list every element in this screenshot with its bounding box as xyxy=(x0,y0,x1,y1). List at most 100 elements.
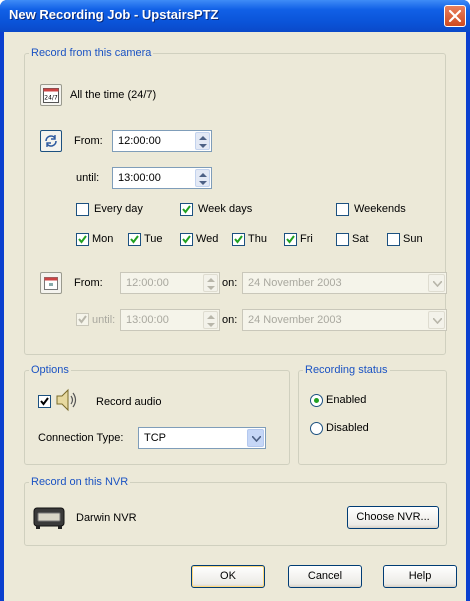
chevron-down-icon xyxy=(433,318,442,324)
status-enabled-label: Enabled xyxy=(326,394,367,406)
options-legend: Options xyxy=(31,364,69,376)
once-until-on-label: on: xyxy=(222,314,238,326)
connection-type-label: Connection Type: xyxy=(38,432,124,444)
spin-down-icon xyxy=(199,181,207,185)
close-button[interactable] xyxy=(444,5,466,27)
weekends-checkbox[interactable] xyxy=(336,203,349,216)
checkmark-icon xyxy=(234,235,243,244)
record-audio-checkbox[interactable] xyxy=(38,395,51,408)
day-fri-checkbox[interactable] xyxy=(284,233,297,246)
every-day-checkbox[interactable] xyxy=(76,203,89,216)
radio-selected-dot xyxy=(314,398,319,403)
once-until-checkbox[interactable] xyxy=(76,313,89,326)
day-sun-checkbox[interactable] xyxy=(387,233,400,246)
checkmark-icon xyxy=(182,205,191,214)
once-from-date[interactable]: 24 November 2003 xyxy=(242,272,447,294)
once-from-date-value: 24 November 2003 xyxy=(248,277,342,289)
once-from-spinner[interactable] xyxy=(203,274,218,292)
choose-nvr-button[interactable]: Choose NVR... xyxy=(347,506,439,529)
once-from-date-dropdown[interactable] xyxy=(428,274,445,292)
once-from-time[interactable]: 12:00:00 xyxy=(120,272,220,294)
day-thu-checkbox[interactable] xyxy=(232,233,245,246)
record-audio-label: Record audio xyxy=(96,396,162,408)
schedule-until-time-value: 13:00:00 xyxy=(118,172,161,184)
dialog-client-area: Record from this camera 24/7 All the tim… xyxy=(4,32,466,601)
status-disabled-radio[interactable] xyxy=(310,422,323,435)
checkmark-icon xyxy=(78,315,87,324)
nvr-name: Darwin NVR xyxy=(76,512,137,524)
spin-up-icon xyxy=(199,136,207,140)
once-from-on-label: on: xyxy=(222,277,238,289)
schedule-from-label: From: xyxy=(74,135,103,147)
window-title: New Recording Job - UpstairsPTZ xyxy=(9,7,219,22)
day-fri-label: Fri xyxy=(300,233,313,245)
schedule-from-spinner[interactable] xyxy=(195,132,210,150)
day-tue-checkbox[interactable] xyxy=(128,233,141,246)
recording-status-legend: Recording status xyxy=(305,364,388,376)
recording-status-group: Recording status xyxy=(298,364,447,465)
options-group: Options xyxy=(24,364,290,465)
spin-down-icon xyxy=(207,286,215,290)
schedule-from-time-value: 12:00:00 xyxy=(118,135,161,147)
help-button[interactable]: Help xyxy=(383,565,457,588)
once-until-date-value: 24 November 2003 xyxy=(248,314,342,326)
checkmark-icon xyxy=(40,397,49,406)
day-sun-label: Sun xyxy=(403,233,423,245)
calendar-date-icon xyxy=(44,277,58,290)
spin-down-icon xyxy=(199,144,207,148)
day-thu-label: Thu xyxy=(248,233,267,245)
day-mon-checkbox[interactable] xyxy=(76,233,89,246)
connection-type-select[interactable]: TCP xyxy=(138,427,266,449)
connection-type-value: TCP xyxy=(144,432,166,444)
speaker-icon xyxy=(56,388,77,412)
day-wed-label: Wed xyxy=(196,233,219,245)
schedule-mode-button[interactable] xyxy=(40,130,62,152)
connection-type-dropdown[interactable] xyxy=(247,429,264,447)
checkmark-icon xyxy=(182,235,191,244)
spin-up-icon xyxy=(207,278,215,282)
day-wed-checkbox[interactable] xyxy=(180,233,193,246)
checkmark-icon xyxy=(78,235,87,244)
always-record-label: All the time (24/7) xyxy=(70,89,157,101)
once-mode-button[interactable] xyxy=(40,272,62,294)
cancel-button[interactable]: Cancel xyxy=(288,565,362,588)
once-until-spinner[interactable] xyxy=(203,311,218,329)
checkmark-icon xyxy=(286,235,295,244)
spin-up-icon xyxy=(207,315,215,319)
title-bar[interactable]: New Recording Job - UpstairsPTZ xyxy=(0,0,470,32)
once-until-time[interactable]: 13:00:00 xyxy=(120,309,220,331)
schedule-until-label: until: xyxy=(76,172,100,184)
nvr-device-icon xyxy=(33,507,65,529)
week-days-checkbox[interactable] xyxy=(180,203,193,216)
once-from-time-value: 12:00:00 xyxy=(126,277,169,289)
spin-up-icon xyxy=(199,173,207,177)
day-sat-label: Sat xyxy=(352,233,369,245)
day-tue-label: Tue xyxy=(144,233,163,245)
chevron-down-icon xyxy=(433,281,442,287)
day-mon-label: Mon xyxy=(92,233,114,245)
always-record-button[interactable]: 24/7 xyxy=(40,84,62,106)
once-until-label: until: xyxy=(92,314,116,326)
nvr-legend: Record on this NVR xyxy=(31,476,129,488)
status-enabled-radio[interactable] xyxy=(310,394,323,407)
schedule-until-spinner[interactable] xyxy=(195,169,210,187)
week-days-label: Week days xyxy=(198,203,253,215)
calendar-247-icon: 24/7 xyxy=(43,88,59,103)
dialog-window: New Recording Job - UpstairsPTZ Record f… xyxy=(0,0,470,601)
chevron-down-icon xyxy=(252,436,261,442)
checkmark-icon xyxy=(130,235,139,244)
every-day-label: Every day xyxy=(94,203,143,215)
weekends-label: Weekends xyxy=(354,203,406,215)
once-from-label: From: xyxy=(74,277,103,289)
once-until-time-value: 13:00:00 xyxy=(126,314,169,326)
svg-text:24/7: 24/7 xyxy=(44,95,58,102)
day-sat-checkbox[interactable] xyxy=(336,233,349,246)
status-disabled-label: Disabled xyxy=(326,422,369,434)
schedule-from-time[interactable]: 12:00:00 xyxy=(112,130,212,152)
spin-down-icon xyxy=(207,323,215,327)
schedule-until-time[interactable]: 13:00:00 xyxy=(112,167,212,189)
record-from-camera-legend: Record from this camera xyxy=(31,47,152,59)
once-until-date[interactable]: 24 November 2003 xyxy=(242,309,447,331)
once-until-date-dropdown[interactable] xyxy=(428,311,445,329)
ok-button[interactable]: OK xyxy=(191,565,265,588)
